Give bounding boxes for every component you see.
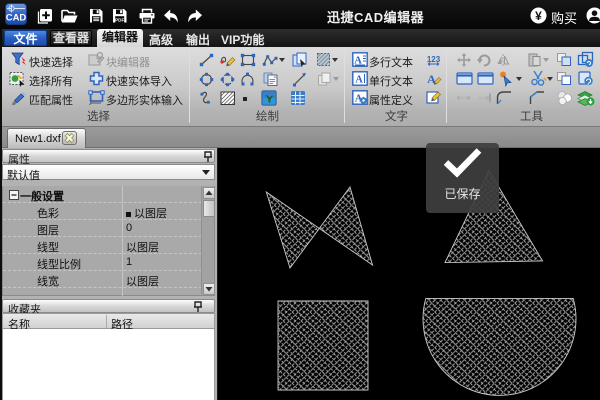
- svg-text:A: A: [355, 75, 363, 86]
- svg-text:CAD: CAD: [6, 13, 27, 24]
- svg-text:123: 123: [427, 55, 441, 64]
- svg-text:PDF: PDF: [115, 17, 124, 22]
- svg-text:¥: ¥: [535, 9, 542, 23]
